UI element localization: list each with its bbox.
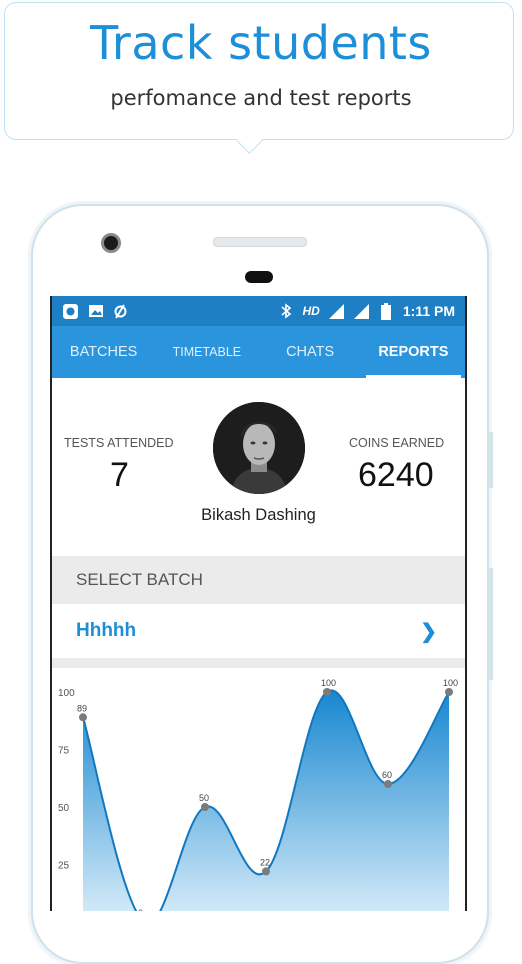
tab-bar: BATCHES TIMETABLE CHATS REPORTS <box>52 326 465 378</box>
data-label: 100 <box>443 678 458 688</box>
profile-photo <box>213 402 305 494</box>
selected-batch-name: Hhhhh <box>76 620 137 641</box>
data-label: 100 <box>321 678 336 688</box>
data-label: 22 <box>260 857 270 867</box>
chevron-right-icon: ❯ <box>420 620 437 643</box>
sync-icon <box>112 303 129 320</box>
signal-icon <box>328 303 345 320</box>
image-icon <box>87 303 104 320</box>
volume-button <box>488 432 493 488</box>
earpiece-speaker <box>213 237 307 247</box>
app-notification-icon <box>62 303 79 320</box>
battery-icon <box>378 302 395 320</box>
y-tick-label: 50 <box>58 803 70 814</box>
y-tick-label: 100 <box>58 688 75 699</box>
y-tick-label: 25 <box>58 861 70 872</box>
y-tick-label: 75 <box>58 746 70 757</box>
tab-reports[interactable]: REPORTS <box>362 326 465 378</box>
bluetooth-icon <box>278 303 295 320</box>
app-screen: HD 1:11 PM BATCHES TIMETABLE CHATS REPOR… <box>50 296 467 911</box>
network-type-label: HD <box>302 304 320 318</box>
avatar <box>213 402 305 494</box>
promo-subline: perfomance and test reports <box>110 86 412 110</box>
data-point <box>323 688 331 696</box>
data-point <box>201 803 209 811</box>
data-point <box>79 713 87 722</box>
wifi-icon <box>353 303 370 320</box>
data-point <box>445 688 453 696</box>
coins-earned-label: COINS EARNED <box>349 436 445 450</box>
series-area <box>83 690 449 911</box>
data-point <box>384 780 392 788</box>
batch-selector[interactable]: Hhhhh ❯ <box>52 604 465 668</box>
status-bar: HD 1:11 PM <box>52 296 465 326</box>
front-camera <box>101 233 121 253</box>
performance-chart: 100755025890502210060100 <box>58 678 458 911</box>
tab-timetable[interactable]: TIMETABLE <box>155 326 258 378</box>
user-name: Bikash Dashing <box>201 506 316 524</box>
data-label: 89 <box>77 703 87 713</box>
tab-batches[interactable]: BATCHES <box>52 326 155 378</box>
data-label: 60 <box>382 770 392 780</box>
tab-chats[interactable]: CHATS <box>259 326 362 378</box>
proximity-sensor <box>245 271 273 283</box>
coins-earned-value: 6240 <box>358 456 434 494</box>
tests-attended-value: 7 <box>110 456 129 494</box>
data-label: 50 <box>199 793 209 803</box>
select-batch-header: SELECT BATCH <box>52 556 465 604</box>
promo-headline: Track students <box>90 16 432 70</box>
clock: 1:11 PM <box>402 303 455 319</box>
tests-attended-label: TESTS ATTENDED <box>64 436 174 450</box>
power-button <box>488 568 493 680</box>
select-batch-label: SELECT BATCH <box>76 570 203 589</box>
data-point <box>262 867 270 876</box>
